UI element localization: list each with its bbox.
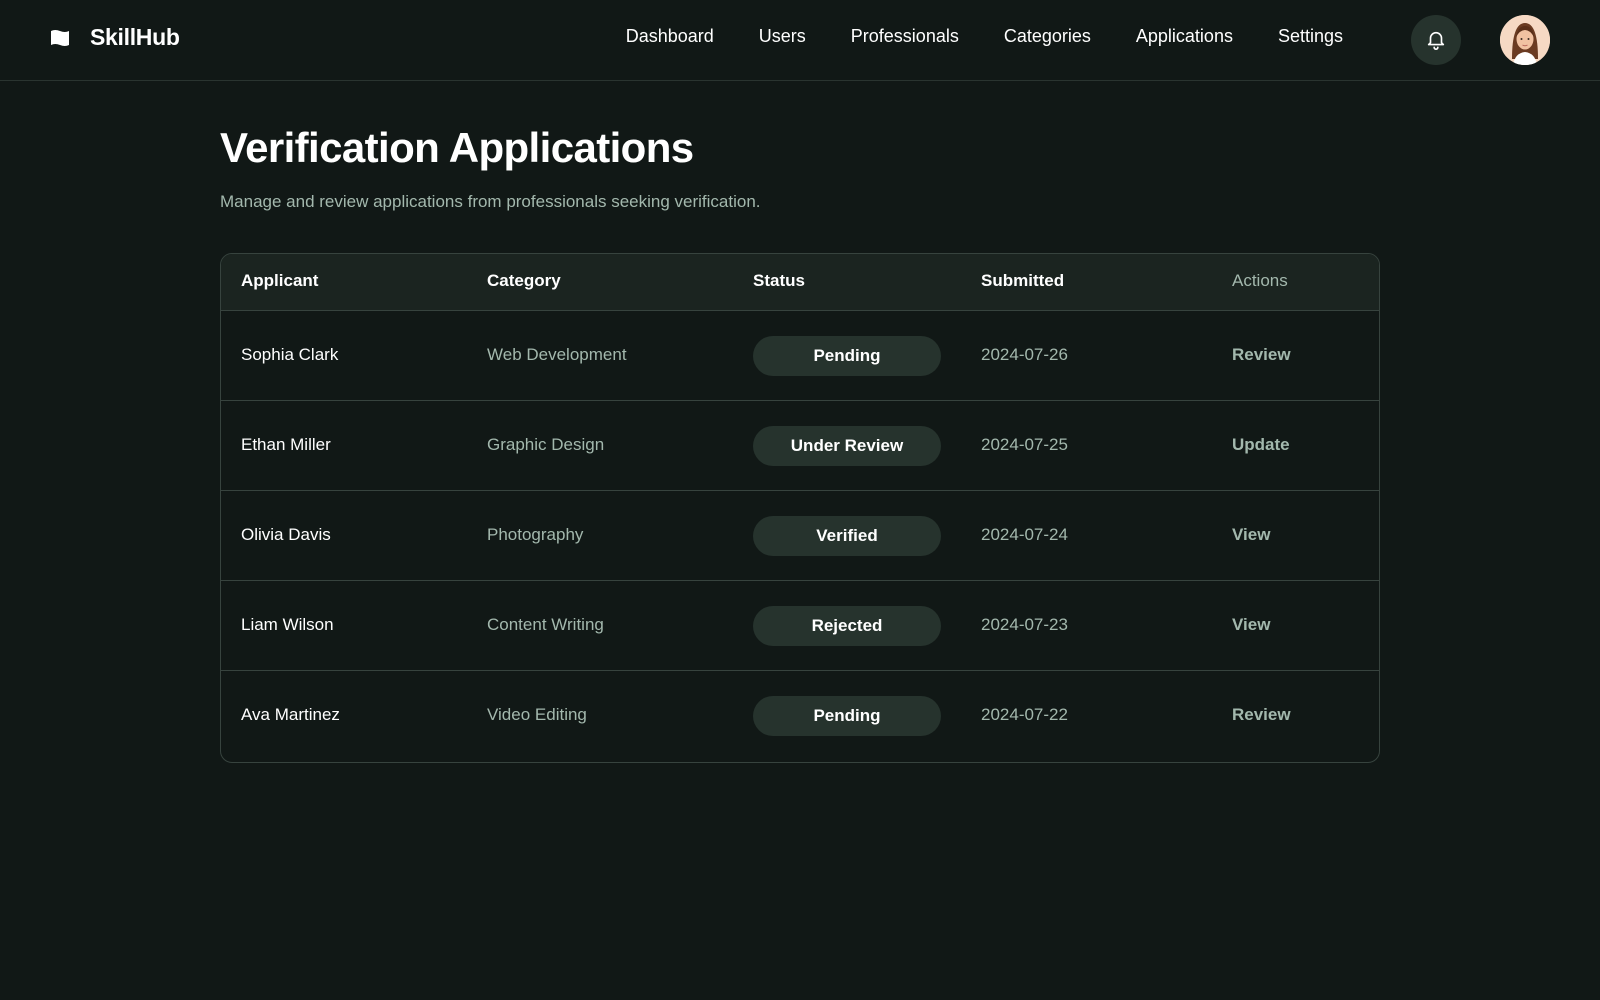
status-badge: Pending [753, 336, 941, 376]
column-header-submitted: Submitted [981, 271, 1065, 290]
table-row: Liam Wilson Content Writing Rejected 202… [221, 581, 1379, 671]
table-header: Applicant Category Status Submitted Acti… [221, 254, 1379, 311]
nav-dashboard[interactable]: Dashboard [626, 26, 714, 47]
review-button[interactable]: Review [1232, 345, 1291, 365]
table-row: Ethan Miller Graphic Design Under Review… [221, 401, 1379, 491]
nav-professionals[interactable]: Professionals [851, 26, 959, 47]
user-avatar[interactable] [1500, 15, 1550, 65]
view-button[interactable]: View [1232, 525, 1270, 545]
table-row: Sophia Clark Web Development Pending 202… [221, 311, 1379, 401]
applicant-name: Sophia Clark [241, 345, 339, 364]
status-badge: Pending [753, 696, 941, 736]
category: Web Development [487, 345, 627, 364]
brand[interactable]: SkillHub [50, 24, 180, 51]
nav-settings[interactable]: Settings [1278, 26, 1343, 47]
submitted-date: 2024-07-26 [981, 345, 1068, 364]
table-row: Olivia Davis Photography Verified 2024-0… [221, 491, 1379, 581]
top-navigation-bar: SkillHub Dashboard Users Professionals C… [0, 0, 1600, 81]
nav-categories[interactable]: Categories [1004, 26, 1091, 47]
bell-icon [1427, 31, 1445, 50]
table-row: Ava Martinez Video Editing Pending 2024-… [221, 671, 1379, 761]
page-subtitle: Manage and review applications from prof… [220, 192, 761, 211]
page-title: Verification Applications [220, 124, 694, 171]
status-badge: Rejected [753, 606, 941, 646]
submitted-date: 2024-07-24 [981, 525, 1068, 544]
update-button[interactable]: Update [1232, 435, 1290, 455]
applicant-name: Ethan Miller [241, 435, 331, 454]
status-badge: Under Review [753, 426, 941, 466]
nav-users[interactable]: Users [759, 26, 806, 47]
category: Content Writing [487, 615, 604, 634]
category: Video Editing [487, 705, 587, 724]
column-header-status: Status [753, 271, 805, 290]
column-header-actions: Actions [1232, 271, 1288, 290]
applicant-name: Olivia Davis [241, 525, 331, 544]
status-badge: Verified [753, 516, 941, 556]
flag-icon [50, 29, 70, 47]
category: Photography [487, 525, 584, 544]
category: Graphic Design [487, 435, 605, 454]
column-header-applicant: Applicant [241, 271, 319, 290]
applicant-name: Ava Martinez [241, 705, 340, 724]
brand-name: SkillHub [90, 24, 180, 50]
submitted-date: 2024-07-25 [981, 435, 1068, 454]
applicant-name: Liam Wilson [241, 615, 334, 634]
applications-table: Applicant Category Status Submitted Acti… [220, 253, 1380, 763]
view-button[interactable]: View [1232, 615, 1270, 635]
review-button[interactable]: Review [1232, 705, 1291, 725]
main-nav: Dashboard Users Professionals Categories… [626, 26, 1343, 47]
nav-applications[interactable]: Applications [1136, 26, 1233, 47]
submitted-date: 2024-07-23 [981, 615, 1068, 634]
column-header-category: Category [487, 271, 561, 290]
submitted-date: 2024-07-22 [981, 705, 1068, 724]
notifications-button[interactable] [1411, 15, 1461, 65]
